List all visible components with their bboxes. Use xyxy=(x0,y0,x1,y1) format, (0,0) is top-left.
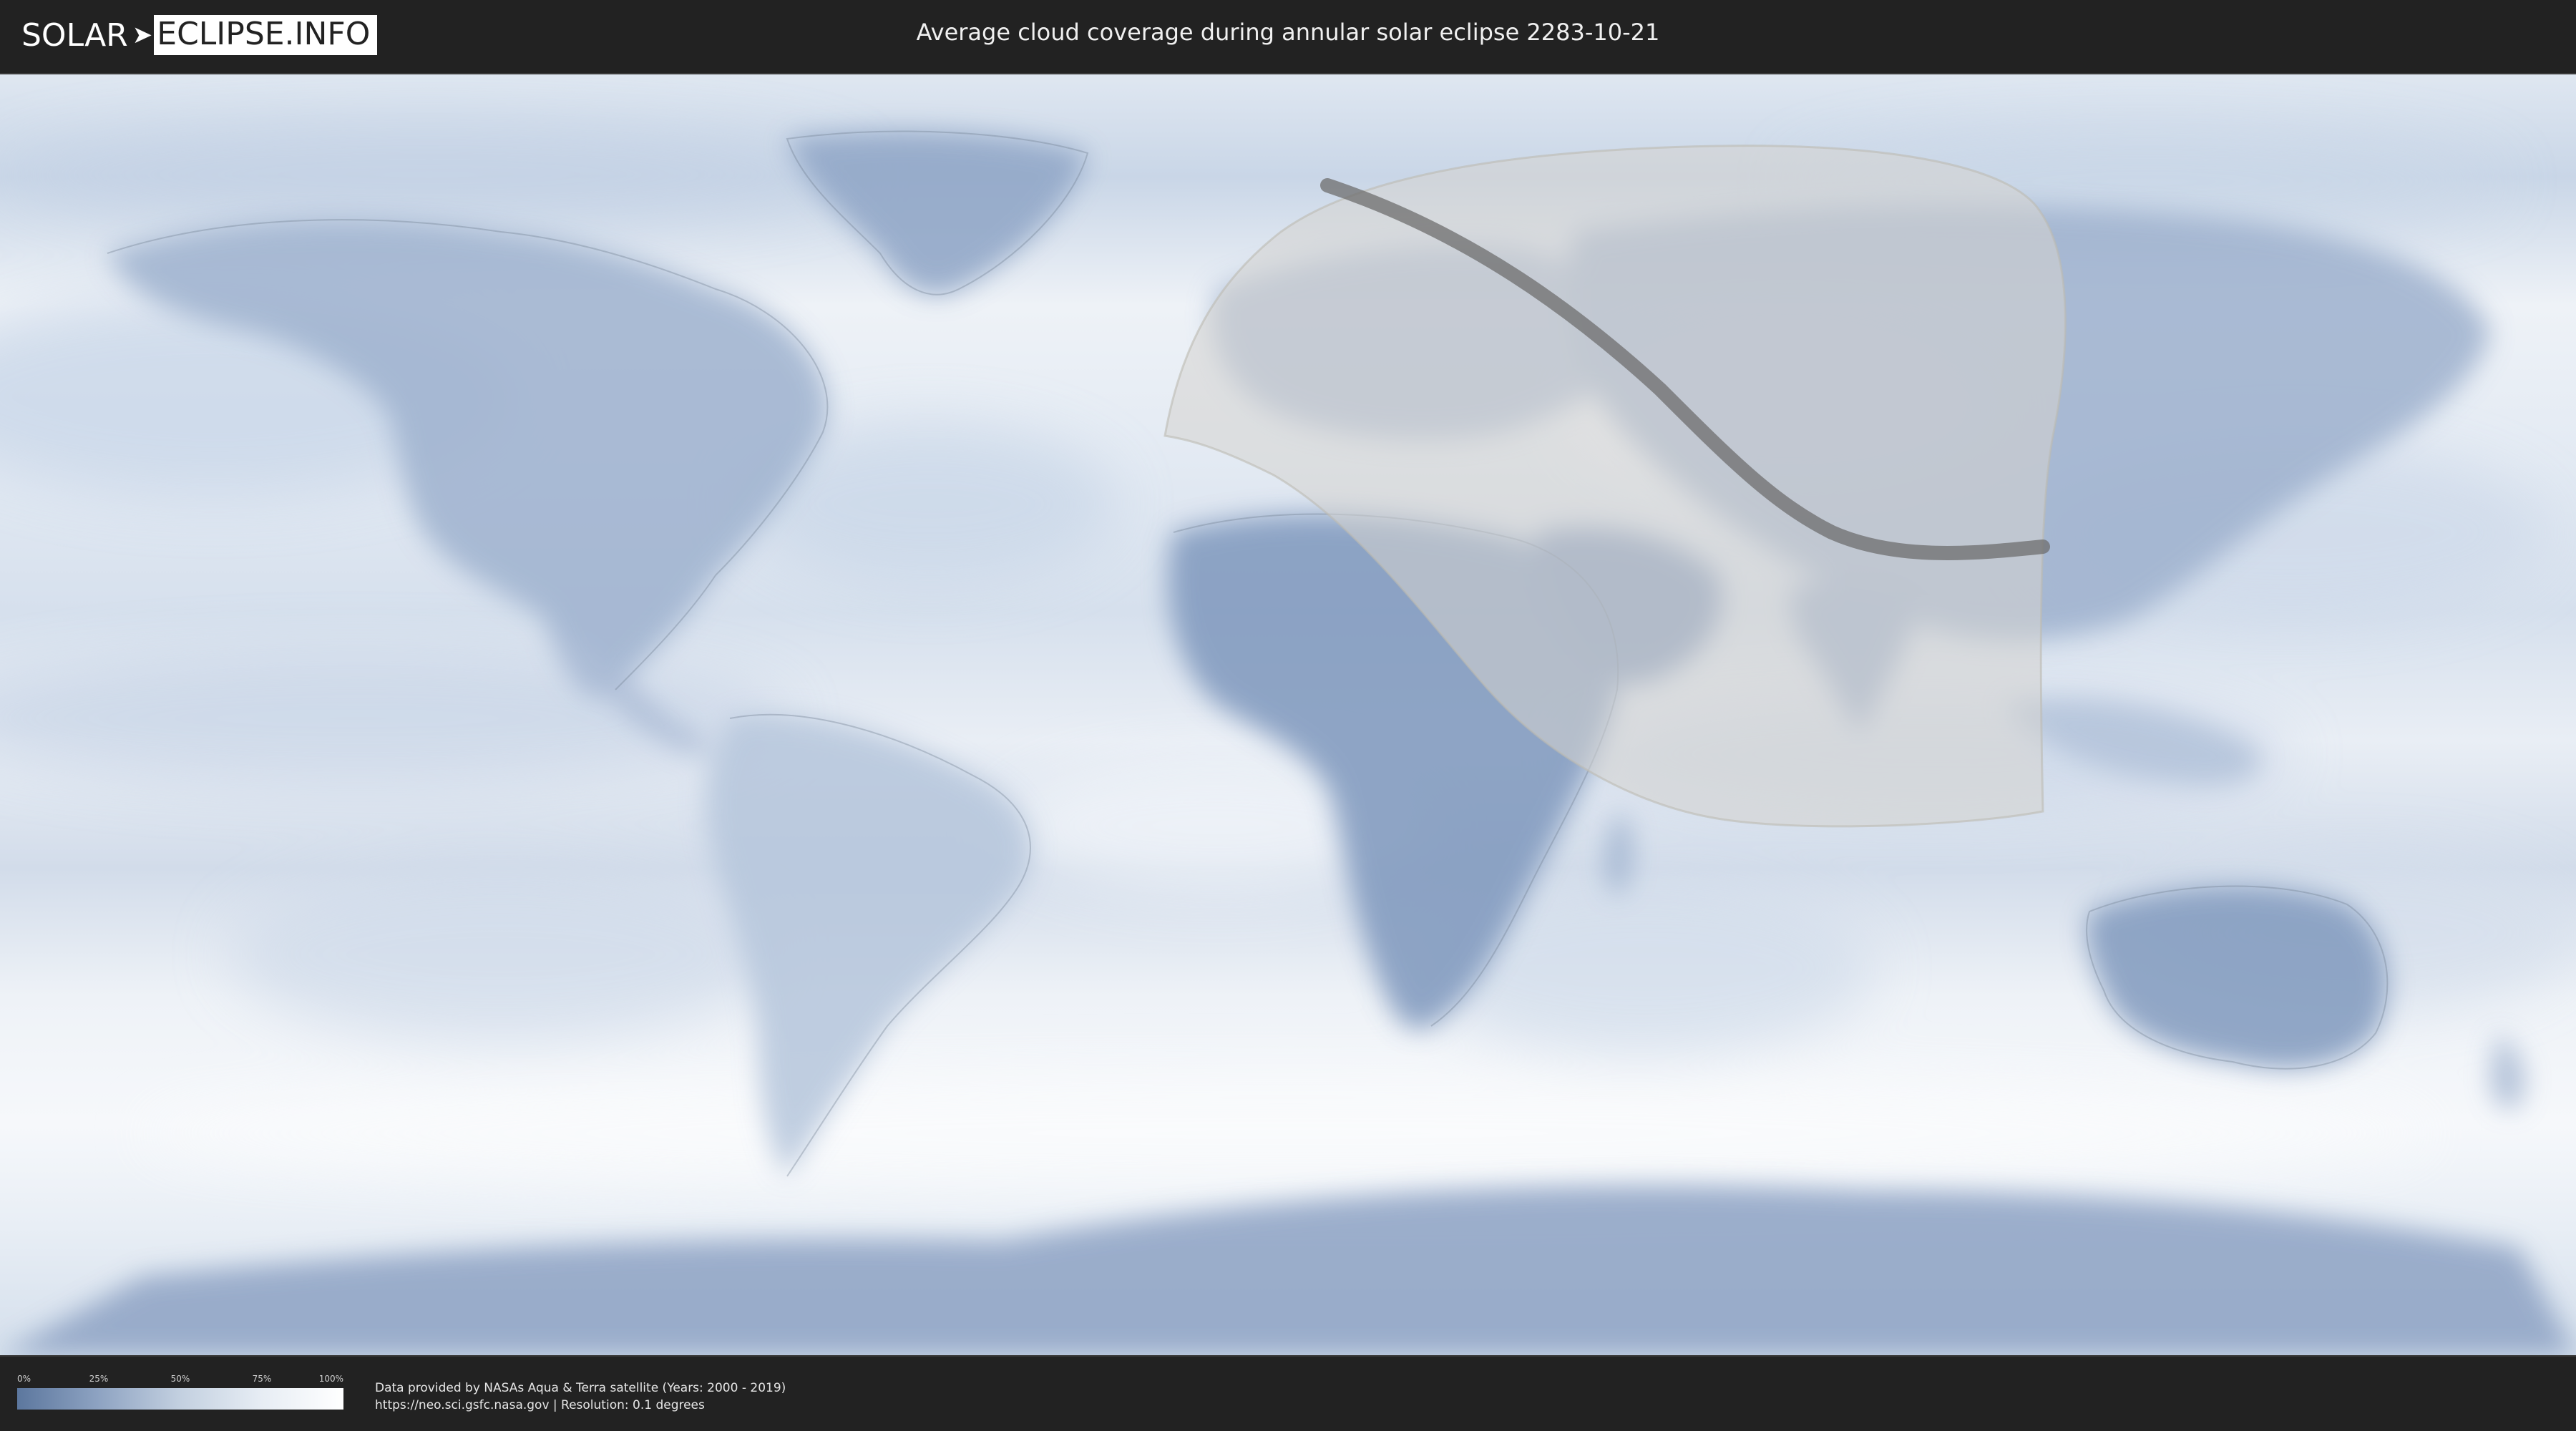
data-credits: Data provided by NASAs Aqua & Terra sate… xyxy=(375,1379,786,1414)
footer-bar: 0% 25% 50% 75% 100% Data provided by NAS… xyxy=(0,1358,2576,1431)
credits-line-source: Data provided by NASAs Aqua & Terra sate… xyxy=(375,1381,786,1395)
legend-tick-0: 0% xyxy=(17,1374,31,1384)
credits-line-url[interactable]: https://neo.sci.gsfc.nasa.gov | Resoluti… xyxy=(375,1397,786,1414)
legend-tick-50: 50% xyxy=(170,1374,190,1384)
legend-color-bar xyxy=(17,1388,343,1410)
legend-tick-75: 75% xyxy=(252,1374,272,1384)
cloud-coverage-map[interactable] xyxy=(0,74,2576,1355)
legend-tick-25: 25% xyxy=(89,1374,109,1384)
header-bar: SOLAR ➤ ECLIPSE.INFO Average cloud cover… xyxy=(0,0,2576,70)
page-title: Average cloud coverage during annular so… xyxy=(916,19,1660,46)
legend-ticks: 0% 25% 50% 75% 100% xyxy=(17,1374,343,1385)
map-svg xyxy=(0,74,2576,1355)
legend-tick-100: 100% xyxy=(318,1374,343,1384)
cloud-coverage-legend: 0% 25% 50% 75% 100% xyxy=(17,1374,343,1414)
